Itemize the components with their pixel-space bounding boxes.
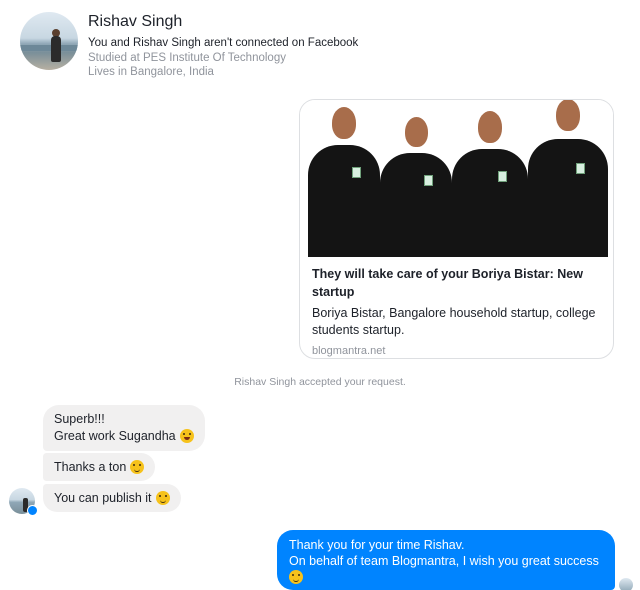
message-line: Great work Sugandha	[54, 428, 194, 445]
link-domain: blogmantra.net	[312, 345, 386, 357]
request-accepted-notice: Rishav Singh accepted your request.	[234, 376, 406, 388]
profile-info: Rishav Singh You and Rishav Singh aren't…	[88, 12, 358, 79]
link-description: Boriya Bistar, Bangalore household start…	[312, 306, 596, 337]
profile-avatar[interactable]	[20, 12, 78, 70]
grinning-emoji-icon	[179, 429, 194, 443]
message-line: Superb!!!	[54, 412, 105, 426]
link-title[interactable]: They will take care of your Boriya Bista…	[300, 257, 613, 301]
seen-receipt-avatar	[619, 578, 633, 590]
sent-message[interactable]: Thank you for your time Rishav. On behal…	[277, 530, 615, 590]
received-message[interactable]: Thanks a ton	[43, 453, 156, 481]
message-text: You can publish it	[54, 491, 152, 505]
message-line	[289, 569, 603, 585]
conversation-header: Rishav Singh You and Rishav Singh aren't…	[20, 12, 620, 82]
message-line: On behalf of team Blogmantra, I wish you…	[289, 554, 599, 568]
message-line: Thank you for your time Rishav.	[289, 538, 465, 552]
received-message[interactable]: Superb!!! Great work Sugandha	[43, 405, 205, 451]
smile-emoji-icon	[155, 491, 170, 505]
received-message[interactable]: You can publish it	[43, 484, 181, 512]
connection-status: You and Rishav Singh aren't connected on…	[88, 37, 359, 49]
shared-link-card[interactable]: They will take care of your Boriya Bista…	[299, 99, 614, 359]
smile-emoji-icon	[289, 570, 303, 584]
link-preview-image[interactable]	[300, 100, 613, 257]
messenger-badge-icon	[27, 505, 38, 516]
profile-name[interactable]: Rishav Singh	[88, 12, 358, 32]
smile-emoji-icon	[130, 460, 145, 474]
profile-education: Studied at PES Institute Of Technology	[88, 52, 286, 64]
message-text: Thanks a ton	[54, 460, 127, 474]
profile-location: Lives in Bangalore, India	[88, 66, 214, 78]
